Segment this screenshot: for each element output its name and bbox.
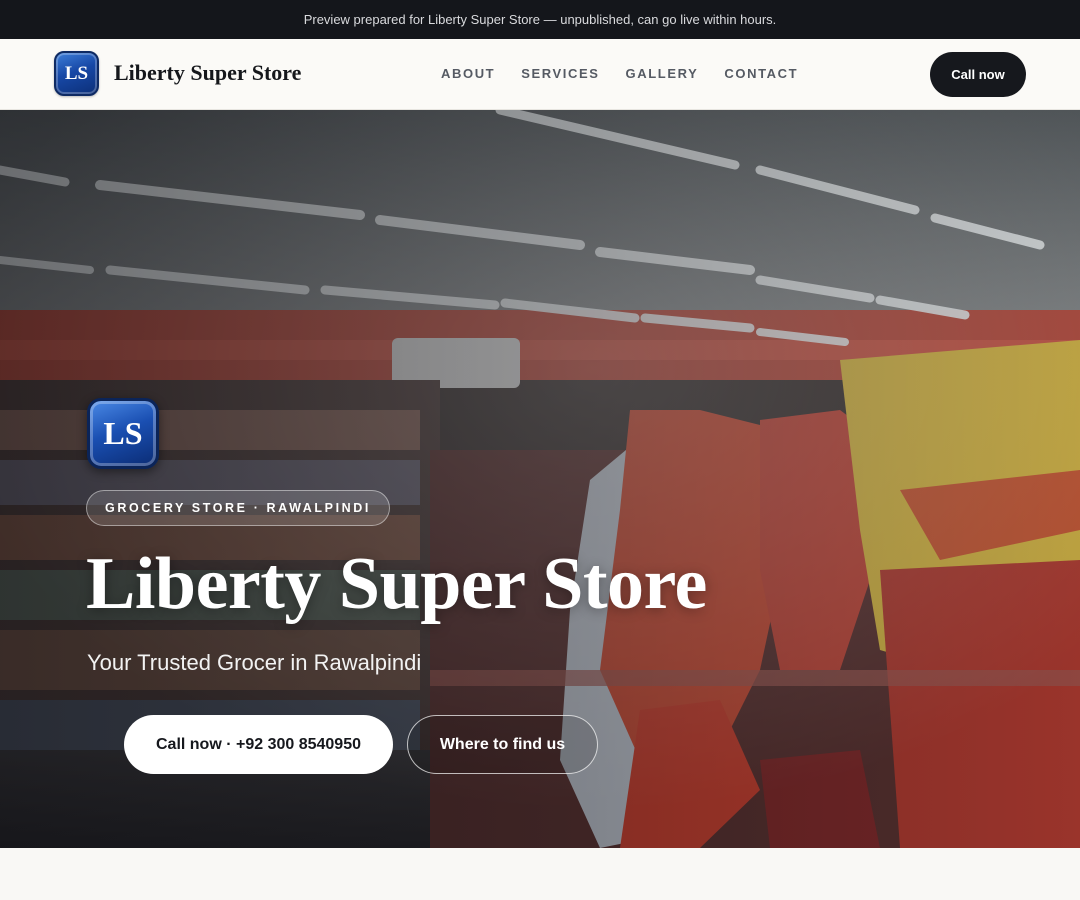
header-call-button[interactable]: Call now [930, 52, 1026, 97]
hero-logo-initials: LS [103, 415, 143, 451]
where-to-find-us-button[interactable]: Where to find us [407, 715, 598, 774]
hero-logo-icon: LS [87, 398, 159, 469]
call-now-button[interactable]: Call now · +92 300 8540950 [124, 715, 393, 774]
preview-banner-text: Preview prepared for Liberty Super Store… [303, 12, 777, 27]
hero-subtitle: Your Trusted Grocer in Rawalpindi [87, 650, 422, 675]
nav-link-contact[interactable]: CONTACT [724, 66, 798, 81]
site-header: LS Liberty Super Store ABOUT SERVICES GA… [0, 39, 1080, 110]
hero-section: LS GROCERY STORE · RAWALPINDI Liberty Su… [0, 110, 1080, 848]
logo-icon[interactable]: LS [54, 51, 99, 96]
logo-initials: LS [64, 62, 89, 84]
category-tag: GROCERY STORE · RAWALPINDI [86, 490, 391, 526]
brand-name[interactable]: Liberty Super Store [114, 60, 301, 86]
hero-title: Liberty Super Store [86, 543, 707, 625]
nav-link-about[interactable]: ABOUT [441, 66, 495, 81]
main-nav: ABOUT SERVICES GALLERY CONTACT [441, 66, 798, 81]
nav-link-gallery[interactable]: GALLERY [626, 66, 699, 81]
preview-banner: Preview prepared for Liberty Super Store… [0, 0, 1080, 39]
nav-link-services[interactable]: SERVICES [521, 66, 599, 81]
